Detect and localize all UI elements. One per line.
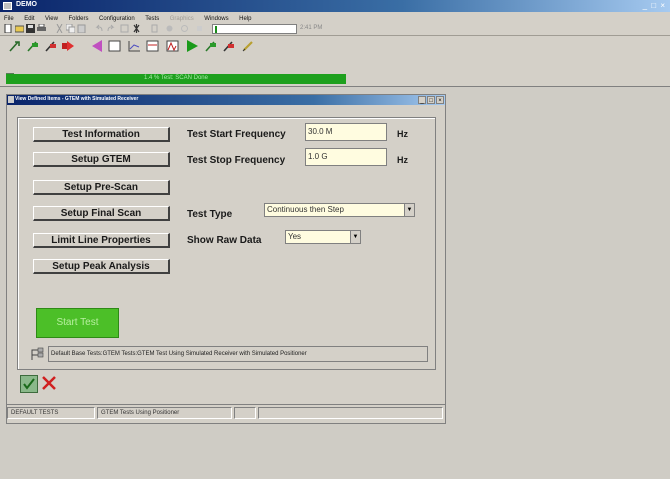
graph-icon[interactable] (128, 40, 141, 52)
status-cell-empty (234, 407, 256, 419)
flag-run-icon[interactable] (204, 40, 217, 52)
record-icon[interactable] (165, 24, 174, 33)
peak-icon[interactable] (166, 40, 179, 52)
window-controls[interactable]: _ □ × (643, 1, 666, 10)
check-icon (23, 378, 35, 390)
setup-peak-analysis-button[interactable]: Setup Peak Analysis (33, 259, 170, 274)
status-cell-extra (258, 407, 443, 419)
toolbar-combo[interactable] (212, 24, 297, 34)
chevron-down-icon[interactable]: ▼ (350, 231, 360, 243)
progress-text: 1.4 % Test: SCAN Done (144, 75, 208, 81)
test-toolbar (0, 36, 670, 56)
start-frequency-field[interactable]: 30.0 M (305, 123, 387, 141)
flag-stop-icon[interactable] (222, 40, 235, 52)
menu-edit[interactable]: Edit (20, 15, 38, 22)
child-window-icon (8, 96, 14, 103)
progress-bar: 1.4 % Test: SCAN Done (6, 74, 346, 84)
test-type-select[interactable]: Continuous then Step ▼ (264, 203, 415, 217)
combo-marker (215, 26, 217, 33)
status-bar: DEFAULT TESTS GTEM Tests Using Positione… (7, 404, 445, 421)
minimize-button[interactable]: _ (418, 96, 426, 104)
maximize-button[interactable]: □ (427, 96, 435, 104)
test-path-row: Default Base Tests:GTEM Tests:GTEM Test … (22, 344, 428, 366)
menu-tests[interactable]: Tests (141, 15, 163, 22)
limit-line-icon[interactable] (146, 40, 159, 52)
test-information-button[interactable]: Test Information (33, 127, 170, 142)
show-raw-data-value: Yes (288, 232, 302, 241)
arrow-right-red-icon[interactable] (62, 40, 75, 52)
menu-configuration[interactable]: Configuration (95, 15, 139, 22)
limit-line-properties-button[interactable]: Limit Line Properties (33, 233, 170, 248)
menu-file[interactable]: File (0, 15, 18, 22)
standard-toolbar: 2:41 PM (0, 22, 670, 36)
cancel-button[interactable] (40, 374, 58, 392)
child-window-title: View Defined Items - GTEM with Simulated… (15, 96, 139, 102)
test-type-value: Continuous then Step (267, 205, 344, 214)
show-raw-data-label: Show Raw Data (187, 235, 262, 246)
arrow-left-purple-icon[interactable] (90, 40, 103, 52)
test-path-text: Default Base Tests:GTEM Tests:GTEM Test … (48, 346, 428, 362)
app-title: DEMO (16, 1, 37, 8)
status-cell-folder: DEFAULT TESTS (7, 407, 95, 419)
menu-windows[interactable]: Windows (200, 15, 232, 22)
properties-icon[interactable] (120, 24, 129, 33)
child-window-controls: _ □ × (418, 96, 444, 104)
bookmark-icon[interactable] (150, 24, 159, 33)
app-titlebar: DEMO _ □ × (0, 0, 670, 12)
start-frequency-label: Test Start Frequency (187, 129, 286, 140)
status-cell-test: GTEM Tests Using Positioner (97, 407, 232, 419)
antenna-icon[interactable] (8, 40, 21, 52)
folder-tree-icon (31, 347, 44, 360)
window-icon[interactable] (108, 40, 121, 52)
toolbar-status-text: 2:41 PM (300, 25, 323, 31)
paste-icon[interactable] (77, 24, 86, 33)
show-raw-data-select[interactable]: Yes ▼ (285, 230, 361, 244)
menubar: File Edit View Folders Configuration Tes… (0, 12, 670, 22)
flag-green-icon[interactable] (26, 40, 39, 52)
child-titlebar: View Defined Items - GTEM with Simulated… (7, 95, 445, 105)
setup-final-scan-button[interactable]: Setup Final Scan (33, 206, 170, 221)
redo-icon[interactable] (106, 24, 115, 33)
new-file-icon[interactable] (4, 24, 13, 33)
stop-frequency-label: Test Stop Frequency (187, 155, 286, 166)
play-icon[interactable] (186, 40, 199, 52)
menu-graphics: Graphics (169, 16, 194, 22)
ok-button[interactable] (20, 375, 38, 393)
open-folder-icon[interactable] (15, 24, 24, 33)
start-frequency-unit: Hz (397, 129, 408, 139)
stop-frequency-field[interactable]: 1.0 G (305, 148, 387, 166)
copy-icon[interactable] (66, 24, 75, 33)
print-icon[interactable] (37, 24, 46, 33)
menu-folders[interactable]: Folders (64, 15, 92, 22)
app-icon (3, 2, 12, 10)
start-test-button[interactable]: Start Test (36, 308, 119, 338)
chevron-down-icon[interactable]: ▼ (404, 204, 414, 216)
edit-pencil-icon[interactable] (242, 40, 255, 52)
save-icon[interactable] (26, 24, 35, 33)
help-icon[interactable] (132, 24, 141, 33)
menu-help[interactable]: Help (235, 15, 255, 22)
menu-view[interactable]: View (41, 15, 62, 22)
test-type-label: Test Type (187, 209, 233, 220)
close-button[interactable]: × (436, 96, 444, 104)
settings-icon[interactable] (195, 24, 204, 33)
stop-frequency-unit: Hz (397, 155, 408, 165)
flag-red-icon[interactable] (44, 40, 57, 52)
close-x-icon (42, 376, 56, 390)
info-icon[interactable] (180, 24, 189, 33)
setup-prescan-button[interactable]: Setup Pre-Scan (33, 180, 170, 195)
undo-icon[interactable] (95, 24, 104, 33)
cut-icon[interactable] (55, 24, 64, 33)
setup-gtem-button[interactable]: Setup GTEM (33, 152, 170, 167)
